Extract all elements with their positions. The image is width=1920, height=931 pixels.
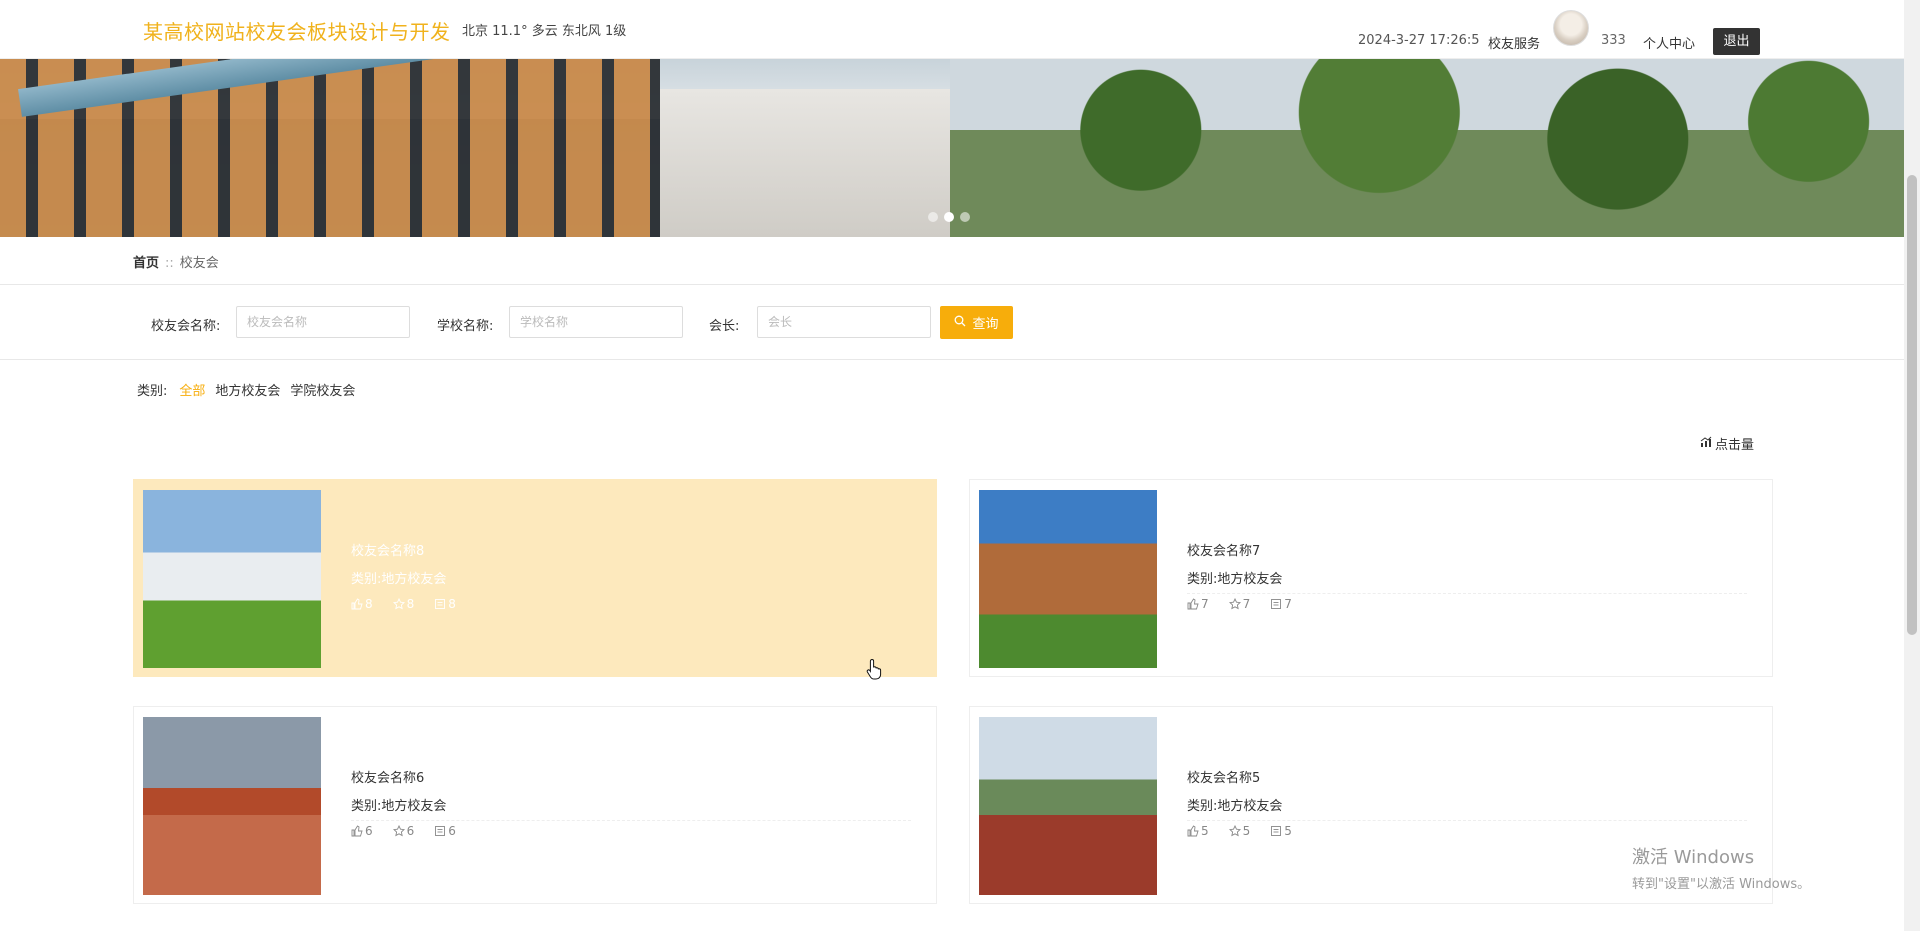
comment-stat: 8 <box>434 597 456 611</box>
breadcrumb-separator: :: <box>165 256 174 271</box>
thumb-up-icon <box>351 825 363 837</box>
alumni-card[interactable]: 校友会名称6 类别:地方校友会 6 6 6 <box>133 706 937 904</box>
alumni-card-stats: 5 5 5 <box>1187 824 1292 838</box>
carousel-indicators <box>928 212 970 222</box>
alumni-card[interactable]: 校友会名称7 类别:地方校友会 7 7 7 <box>969 479 1773 677</box>
hand-cursor-icon <box>866 658 882 680</box>
sort-label: 点击量 <box>1715 438 1755 453</box>
banner-carousel[interactable] <box>0 59 1904 237</box>
user-area: 2024-3-27 17:26:5 校友服务 333 个人中心 退出 <box>1340 0 1900 59</box>
alumni-card-name: 校友会名称5 <box>1187 771 1261 786</box>
alumni-card-image[interactable] <box>979 717 1157 895</box>
top-bar: 某高校网站校友会板块设计与开发 北京 11.1° 多云 东北风 1级 2024-… <box>0 0 1904 59</box>
favorite-stat: 8 <box>392 597 414 611</box>
watermark-subtitle: 转到"设置"以激活 Windows。 <box>1632 877 1811 892</box>
breadcrumb: 首页:: 校友会 <box>133 252 219 271</box>
alumni-card-stats: 8 8 8 <box>351 597 456 611</box>
alumni-card-type: 类别:地方校友会 <box>1187 795 1747 821</box>
alumni-card-type: 类别:地方校友会 <box>351 572 447 587</box>
search-bar: 校友会名称: 学校名称: 会长: 查询 <box>0 306 1904 340</box>
category-label: 类别: <box>137 384 168 399</box>
breadcrumb-current: 校友会 <box>179 256 219 271</box>
alumni-service-link[interactable]: 校友服务 <box>1488 33 1540 52</box>
logout-button[interactable]: 退出 <box>1713 28 1760 55</box>
breadcrumb-home[interactable]: 首页 <box>133 256 159 271</box>
alumni-name-label: 校友会名称: <box>151 319 221 334</box>
like-stat: 6 <box>351 824 373 838</box>
star-icon <box>1228 825 1241 837</box>
comment-icon <box>1271 599 1282 609</box>
alumni-card-image[interactable] <box>143 717 321 895</box>
category-college[interactable]: 学院校友会 <box>290 380 355 399</box>
carousel-dot-3[interactable] <box>960 212 970 222</box>
avatar[interactable] <box>1553 10 1589 46</box>
site-title[interactable]: 某高校网站校友会板块设计与开发 <box>143 16 451 45</box>
like-stat: 7 <box>1187 597 1209 611</box>
carousel-dot-2[interactable] <box>944 212 954 222</box>
category-local[interactable]: 地方校友会 <box>215 380 280 399</box>
username: 333 <box>1601 33 1626 48</box>
alumni-card-type: 类别:地方校友会 <box>351 795 911 821</box>
alumni-card-type: 类别:地方校友会 <box>1187 568 1747 594</box>
alumni-card-name: 校友会名称7 <box>1187 544 1261 559</box>
alumni-card[interactable]: 校友会名称8 类别:地方校友会 8 8 8 <box>133 479 937 677</box>
comment-stat: 6 <box>434 824 456 838</box>
comment-icon <box>435 826 446 836</box>
alumni-card-name: 校友会名称8 <box>351 544 425 559</box>
thumb-up-icon <box>1187 598 1199 610</box>
alumni-card-name: 校友会名称6 <box>351 771 425 786</box>
search-button-label: 查询 <box>972 317 999 332</box>
search-button[interactable]: 查询 <box>940 306 1013 339</box>
school-name-input[interactable] <box>509 306 683 338</box>
school-name-label: 学校名称: <box>437 319 494 334</box>
current-datetime: 2024-3-27 17:26:5 <box>1358 33 1480 48</box>
comment-stat: 7 <box>1270 597 1292 611</box>
category-filter: 类别: 全部 地方校友会 学院校友会 <box>137 380 355 399</box>
alumni-card-image[interactable] <box>143 490 321 668</box>
favorite-stat: 6 <box>392 824 414 838</box>
comment-icon <box>435 599 446 609</box>
banner-building-center <box>660 89 960 237</box>
search-icon <box>954 315 966 331</box>
page-scrollbar[interactable] <box>1904 0 1920 931</box>
like-stat: 8 <box>351 597 373 611</box>
scrollbar-thumb[interactable] <box>1907 175 1917 635</box>
windows-activation-watermark: 激活 Windows 转到"设置"以激活 Windows。 <box>1632 843 1810 892</box>
comment-stat: 5 <box>1270 824 1292 838</box>
star-icon <box>392 598 405 610</box>
divider <box>0 359 1904 360</box>
user-center-link[interactable]: 个人中心 <box>1643 33 1695 52</box>
weather-info: 北京 11.1° 多云 东北风 1级 <box>462 24 627 39</box>
thumb-up-icon <box>351 598 363 610</box>
alumni-name-input[interactable] <box>236 306 410 338</box>
president-input[interactable] <box>757 306 931 338</box>
banner-trees <box>950 59 1904 237</box>
favorite-stat: 5 <box>1228 824 1250 838</box>
chart-icon <box>1700 436 1712 452</box>
sort-by-clicks[interactable]: 点击量 <box>1700 434 1754 453</box>
category-all[interactable]: 全部 <box>179 380 205 399</box>
watermark-title: 激活 Windows <box>1632 847 1755 868</box>
alumni-card-stats: 6 6 6 <box>351 824 456 838</box>
star-icon <box>392 825 405 837</box>
star-icon <box>1228 598 1241 610</box>
carousel-dot-1[interactable] <box>928 212 938 222</box>
comment-icon <box>1271 826 1282 836</box>
president-label: 会长: <box>709 319 740 334</box>
alumni-card-stats: 7 7 7 <box>1187 597 1292 611</box>
alumni-card-image[interactable] <box>979 490 1157 668</box>
thumb-up-icon <box>1187 825 1199 837</box>
divider <box>0 284 1904 285</box>
like-stat: 5 <box>1187 824 1209 838</box>
favorite-stat: 7 <box>1228 597 1250 611</box>
